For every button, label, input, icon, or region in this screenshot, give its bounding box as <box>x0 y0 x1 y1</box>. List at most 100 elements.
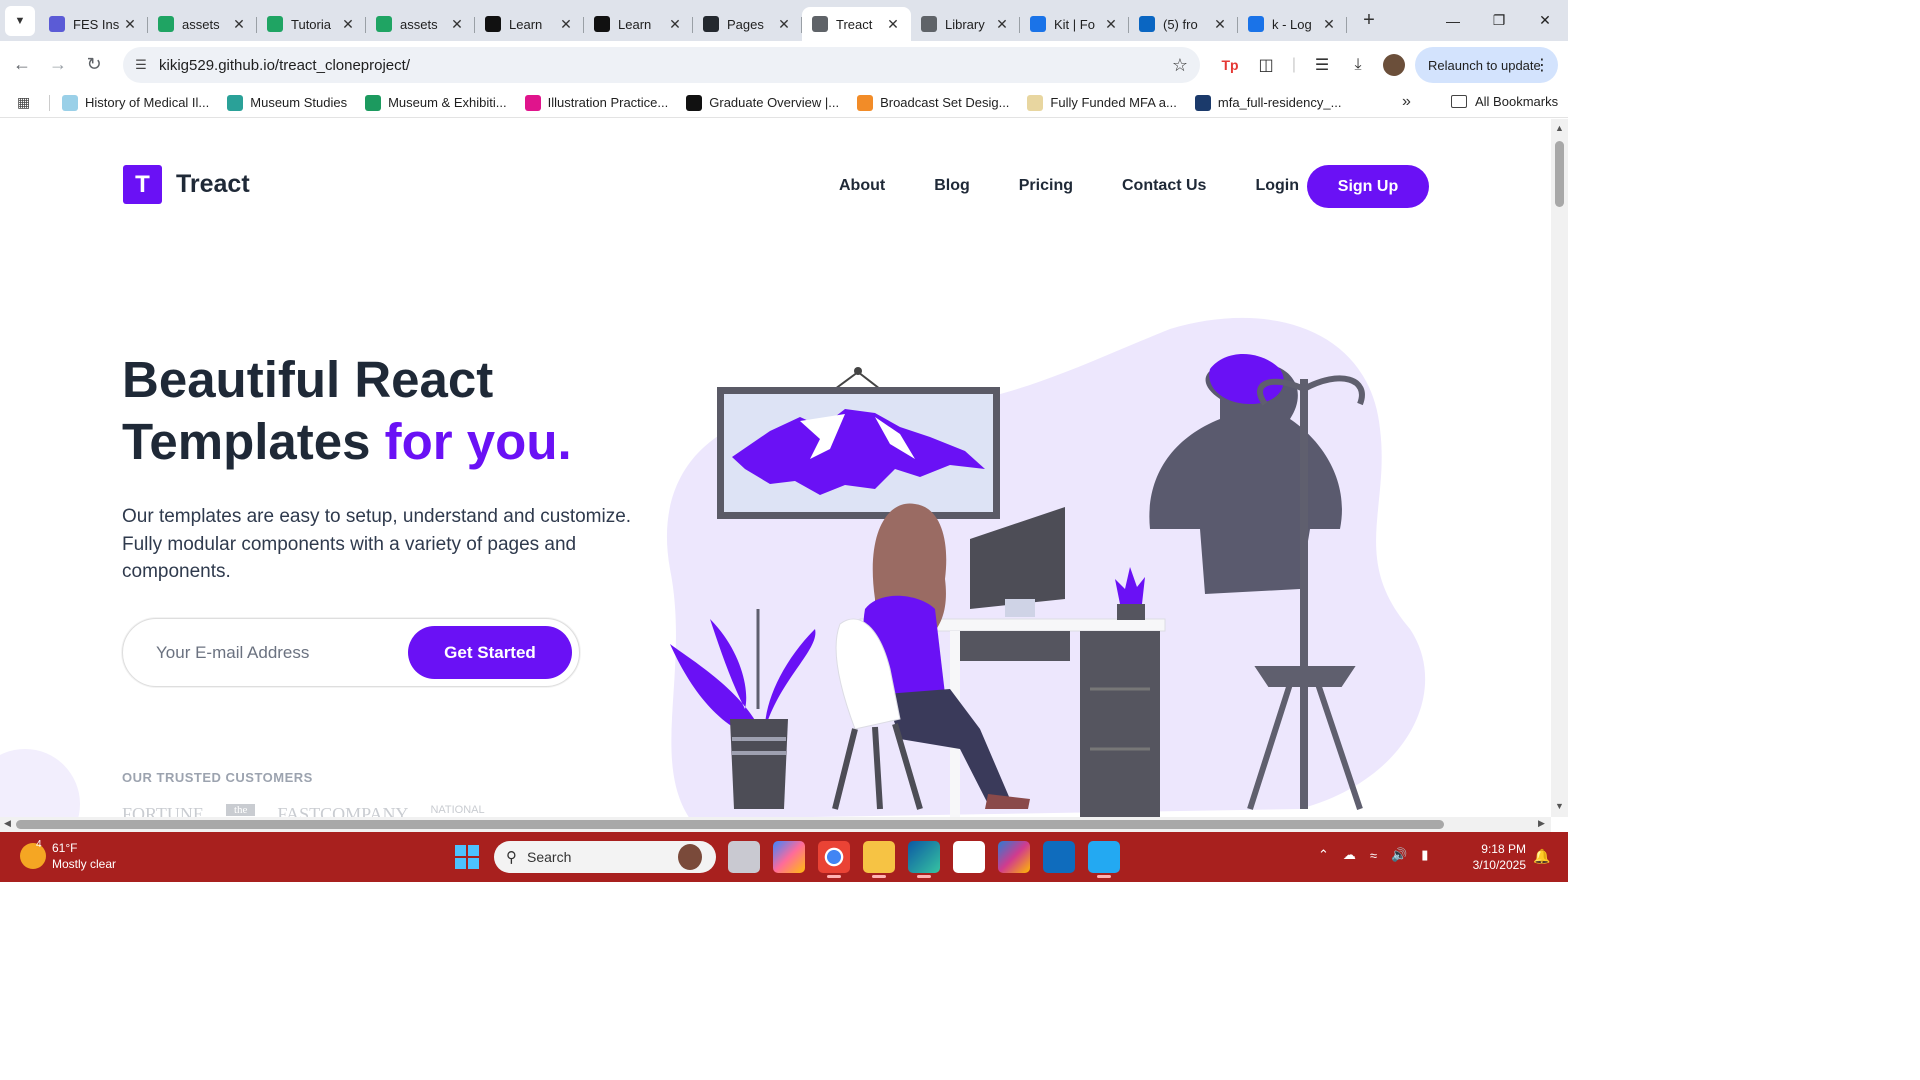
relaunch-button[interactable]: Relaunch to update ⋮ <box>1415 47 1558 83</box>
wifi-icon[interactable]: ≈ <box>1370 848 1377 863</box>
bookmark-item[interactable]: Museum & Exhibiti... <box>365 94 507 111</box>
onedrive-icon[interactable]: ☁ <box>1343 847 1356 863</box>
bookmark-item[interactable]: Illustration Practice... <box>524 94 668 111</box>
reload-icon[interactable]: ↻ <box>76 47 112 83</box>
volume-icon[interactable]: 🔊 <box>1391 847 1407 863</box>
nav-about[interactable]: About <box>839 177 885 195</box>
bookmark-item[interactable]: Broadcast Set Desig... <box>857 94 1010 111</box>
download-icon[interactable]: ⤓ <box>1340 47 1376 83</box>
tab-title: assets <box>182 16 220 32</box>
new-tab-button[interactable]: + <box>1355 7 1383 35</box>
taskbar-search[interactable]: ⚲ Search <box>494 841 716 873</box>
vertical-scrollbar[interactable]: ▲ ▼ <box>1551 119 1568 817</box>
tab-close-icon[interactable]: ✕ <box>994 16 1010 33</box>
floor-plant-pot <box>730 719 788 809</box>
bookmark-item[interactable]: Museum Studies <box>227 94 348 111</box>
notifications-bell-icon[interactable]: 🔔 <box>1533 848 1550 865</box>
bookmark-item[interactable]: Graduate Overview |... <box>686 94 839 111</box>
battery-icon[interactable]: ▮ <box>1421 847 1428 863</box>
back-arrow-icon[interactable]: ← <box>4 47 40 83</box>
all-bookmarks-button[interactable]: All Bookmarks <box>1451 94 1558 109</box>
file-explorer-icon[interactable] <box>863 841 895 878</box>
vertical-scroll-thumb[interactable] <box>1555 141 1564 207</box>
edge-icon[interactable] <box>908 841 940 878</box>
task-view-icon[interactable] <box>728 841 760 873</box>
scroll-down-arrow-icon[interactable]: ▼ <box>1555 801 1564 811</box>
browser-tab[interactable]: Pages ✕ <box>693 7 802 41</box>
tab-close-icon[interactable]: ✕ <box>340 16 356 33</box>
tab-close-icon[interactable]: ✕ <box>667 16 683 33</box>
url-text[interactable]: kikig529.github.io/treact_cloneproject/ <box>159 57 1160 74</box>
tab-close-icon[interactable]: ✕ <box>1321 16 1337 33</box>
tray-overflow-chevron-icon[interactable]: ⌃ <box>1318 847 1329 863</box>
more-bookmarks-chevron-icon[interactable]: » <box>1402 93 1411 111</box>
browser-tab[interactable]: k - Log ✕ <box>1238 7 1347 41</box>
microsoft-365-icon[interactable] <box>998 841 1030 873</box>
address-bar[interactable]: ☰ kikig529.github.io/treact_cloneproject… <box>123 47 1200 83</box>
tab-close-icon[interactable]: ✕ <box>1103 16 1119 33</box>
close-window-icon[interactable]: ✕ <box>1522 0 1568 41</box>
bookmark-item[interactable]: Fully Funded MFA a... <box>1027 94 1177 111</box>
tab-search-chevron-icon[interactable]: ▼ <box>5 5 35 36</box>
browser-tab[interactable]: Treact ✕ <box>802 7 911 41</box>
browser-tab[interactable]: (5) fro ✕ <box>1129 7 1238 41</box>
tab-close-icon[interactable]: ✕ <box>231 16 247 33</box>
restore-icon[interactable]: ❐ <box>1476 0 1522 41</box>
system-clock[interactable]: 9:18 PM 3/10/2025 <box>1466 841 1526 873</box>
site-info-icon[interactable]: ☰ <box>123 57 159 73</box>
bookmark-item[interactable]: History of Medical Il... <box>62 94 209 111</box>
horizontal-scroll-thumb[interactable] <box>16 820 1444 829</box>
clock-time: 9:18 PM <box>1481 842 1526 856</box>
site-logo[interactable]: T Treact <box>123 165 250 204</box>
browser-tab[interactable]: Learn ✕ <box>584 7 693 41</box>
nav-contact-us[interactable]: Contact Us <box>1122 177 1206 195</box>
tab-title: assets <box>400 16 438 32</box>
profile-avatar[interactable] <box>1376 47 1412 83</box>
nav-pricing[interactable]: Pricing <box>1019 177 1073 195</box>
bookmark-favicon-icon <box>524 94 541 111</box>
tab-close-icon[interactable]: ✕ <box>122 16 138 33</box>
windows-start-icon[interactable] <box>455 845 479 869</box>
browser-tab[interactable]: Library ✕ <box>911 7 1020 41</box>
bookmark-item[interactable]: mfa_full-residency_... <box>1194 94 1341 111</box>
browser-tab[interactable]: Learn ✕ <box>475 7 584 41</box>
tab-close-icon[interactable]: ✕ <box>558 16 574 33</box>
apps-grid-icon[interactable]: ▦ <box>17 94 39 111</box>
sign-up-button[interactable]: Sign Up <box>1307 165 1429 208</box>
scroll-up-arrow-icon[interactable]: ▲ <box>1555 123 1564 133</box>
bookmark-label: Broadcast Set Desig... <box>880 95 1010 110</box>
browser-tab[interactable]: Tutoria ✕ <box>257 7 366 41</box>
extensions-puzzle-icon[interactable]: ◫ <box>1248 47 1284 83</box>
weather-widget[interactable]: 4 61°F Mostly clear <box>20 839 116 872</box>
browser-tab[interactable]: assets ✕ <box>148 7 257 41</box>
media-control-icon[interactable]: ☰ <box>1304 47 1340 83</box>
tab-close-icon[interactable]: ✕ <box>449 16 465 33</box>
forward-arrow-icon[interactable]: → <box>40 47 76 83</box>
vscode-icon[interactable] <box>1088 841 1120 878</box>
tab-close-icon[interactable]: ✕ <box>885 16 901 33</box>
scroll-left-arrow-icon[interactable]: ◀ <box>4 818 11 829</box>
tab-close-icon[interactable]: ✕ <box>776 16 792 33</box>
copilot-icon[interactable] <box>773 841 805 873</box>
bookmark-star-icon[interactable]: ☆ <box>1160 55 1200 76</box>
microsoft-store-icon[interactable] <box>953 841 985 873</box>
nav-blog[interactable]: Blog <box>934 177 970 195</box>
search-icon: ⚲ <box>506 849 517 866</box>
browser-tab[interactable]: Kit | Fo ✕ <box>1020 7 1129 41</box>
get-started-button[interactable]: Get Started <box>408 626 572 679</box>
chrome-icon[interactable] <box>818 841 850 878</box>
browser-tab[interactable]: FES Ins ✕ <box>39 7 148 41</box>
browser-tab[interactable]: assets ✕ <box>366 7 475 41</box>
tab-close-icon[interactable]: ✕ <box>1212 16 1228 33</box>
tab-favicon-icon <box>594 16 610 32</box>
extension-tp-icon[interactable]: Tp <box>1212 47 1248 83</box>
nav-login[interactable]: Login <box>1255 177 1299 195</box>
tab-favicon-icon <box>485 16 501 32</box>
outlook-icon[interactable] <box>1043 841 1075 873</box>
horizontal-scrollbar[interactable]: ◀ ▶ <box>0 817 1551 832</box>
menu-dots-icon[interactable]: ⋮ <box>1534 55 1550 75</box>
scroll-right-arrow-icon[interactable]: ▶ <box>1538 818 1545 829</box>
email-input[interactable] <box>156 639 396 667</box>
bookmark-label: Museum Studies <box>250 95 348 110</box>
minimize-icon[interactable]: — <box>1430 0 1476 41</box>
